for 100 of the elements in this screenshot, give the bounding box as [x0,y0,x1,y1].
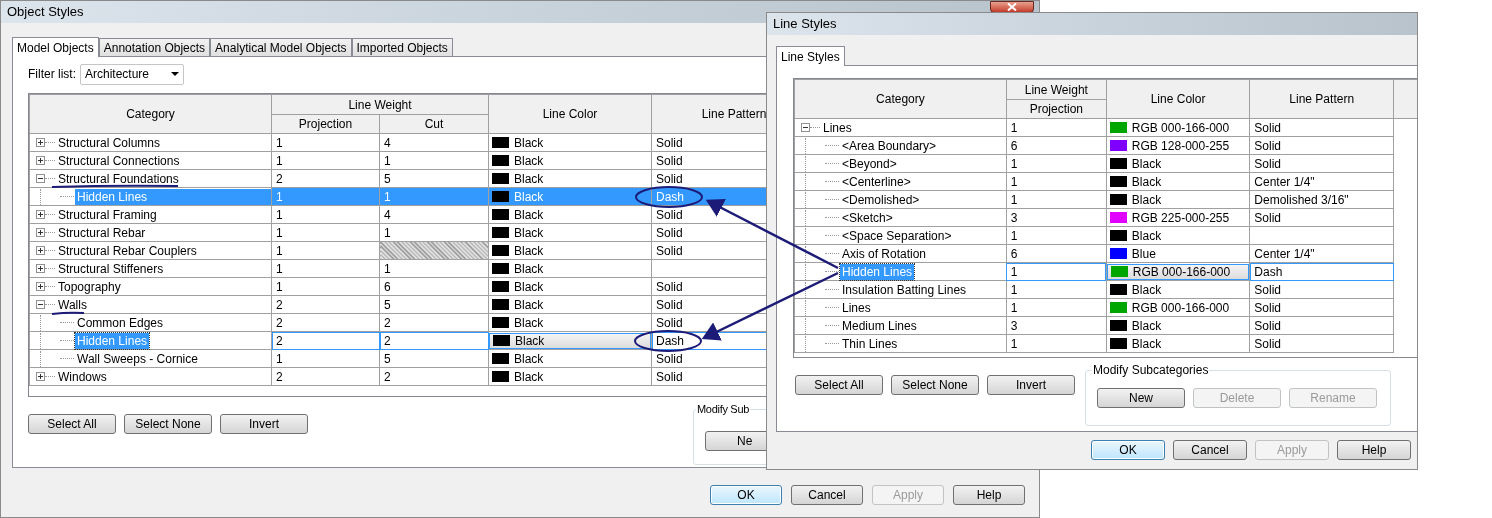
push-button[interactable]: OK [710,485,782,505]
table-cell: 1 [271,241,380,260]
category-label[interactable]: Windows [56,368,109,385]
push-button[interactable]: Cancel [1173,440,1247,460]
table-cell: 1 [271,349,380,368]
category-label[interactable]: Lines [840,299,873,316]
table-cell: 1 [1006,298,1107,317]
expand-icon[interactable] [36,282,45,291]
tab[interactable]: Annotation Objects [98,38,211,56]
color-name: Black [514,350,544,367]
table-cell: 1 [271,223,380,242]
column-header: Category [29,94,272,134]
color-name: Black [514,242,544,259]
table-cell: 1 [1006,118,1107,137]
table-cell: 1 [271,205,380,224]
push-button[interactable]: Cancel [791,485,863,505]
table-cell: 1 [271,259,380,278]
expand-icon[interactable] [36,210,45,219]
color-name: Black [514,188,544,205]
color-name: RGB 000-166-000 [1131,299,1230,316]
color-name: Black [1131,227,1162,244]
table-cell: Demolished 3/16" [1249,190,1394,209]
ellipse-mark [635,186,703,208]
color-name: Black [1131,281,1162,298]
category-label[interactable]: Walls [56,296,89,313]
push-button[interactable]: Select All [28,414,116,434]
color-name: Black [514,152,544,169]
table-cell: 5 [379,295,489,314]
category-label[interactable]: Lines [821,119,854,136]
filter-dropdown[interactable]: Architecture [80,63,184,85]
table-cell: Solid [1249,118,1394,137]
push-button[interactable]: Select None [891,375,979,395]
color-name: Blue [1131,245,1156,262]
color-picker-button[interactable]: RGB 000-166-000 [1106,263,1250,280]
table-cell: 3 [1006,208,1107,227]
table-cell: 1 [271,133,380,152]
push-button[interactable]: Select All [795,375,883,395]
color-name: Black [514,368,544,385]
column-header: Line Weight [271,94,489,115]
tab[interactable]: Imported Objects [351,38,453,56]
collapse-icon[interactable] [801,123,810,132]
push-button[interactable]: OK [1091,440,1165,460]
column-header: Line Weight [1006,79,1107,100]
color-name: RGB 128-000-255 [1131,137,1230,154]
color-name: Black [1131,191,1162,208]
tab[interactable]: Model Objects [12,37,99,57]
table-cell: Solid [1249,208,1394,227]
color-name: Black [1131,317,1162,334]
table-cell: Solid [1249,298,1394,317]
table-cell: Solid [1249,316,1394,335]
color-picker-button[interactable]: Black [489,332,651,349]
expand-icon[interactable] [36,156,45,165]
table-cell: Solid [1249,154,1394,173]
table-cell: 1 [1006,190,1107,209]
expand-icon[interactable] [36,138,45,147]
table-cell: 5 [379,169,489,188]
table-cell: 2 [271,295,380,314]
column-header: Line Color [1106,79,1250,119]
table-cell: Center 1/4" [1249,172,1394,191]
color-name: Black [1131,335,1162,352]
table-cell: 2 [379,367,489,386]
push-button[interactable]: Help [953,485,1025,505]
table-cell: 1 [379,259,489,278]
close-button[interactable] [990,1,1034,13]
collapse-icon[interactable] [36,300,45,309]
group-title: Modify Sub [696,402,751,416]
table-cell: 5 [379,349,489,368]
table-cell: 1 [1006,226,1107,245]
push-button[interactable]: Select None [124,414,212,434]
push-button[interactable]: Invert [220,414,308,434]
table-cell: Solid [1249,136,1394,155]
tab[interactable]: Analytical Model Objects [210,38,352,56]
table-cell: Solid [1249,280,1394,299]
dropdown-arrow-icon [171,72,179,76]
expand-icon[interactable] [36,264,45,273]
color-name: RGB 225-000-255 [1131,209,1230,226]
color-name: Black [1131,173,1162,190]
color-name: Black [514,314,544,331]
color-name: Black [514,206,544,223]
collapse-icon[interactable] [36,174,45,183]
table-cell: 4 [379,133,489,152]
table-cell: 1 [1006,154,1107,173]
table-cell: 3 [1006,316,1107,335]
table-cell: Center 1/4" [1249,244,1394,263]
expand-icon[interactable] [36,372,45,381]
push-button[interactable]: New [1097,388,1185,408]
table-cell: 4 [379,205,489,224]
expand-icon[interactable] [36,228,45,237]
tab[interactable]: Line Styles [776,46,845,66]
column-header: Category [794,79,1007,119]
window-title: Line Styles [773,15,837,34]
column-header: Line Color [488,94,652,134]
column-header: Line Pattern [1249,79,1394,119]
push-button[interactable]: Help [1337,440,1411,460]
color-name: Black [514,278,544,295]
window-title: Object Styles [7,3,84,22]
color-name: Black [1131,155,1162,172]
push-button[interactable]: Invert [987,375,1075,395]
color-name: Black [514,260,544,277]
expand-icon[interactable] [36,246,45,255]
